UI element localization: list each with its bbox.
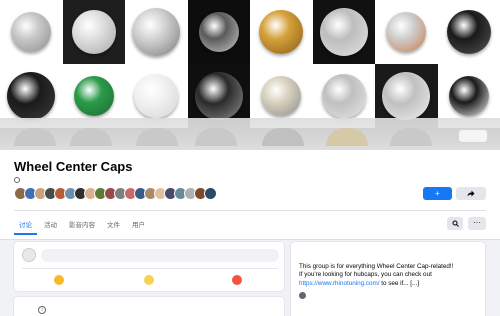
- about-see-more[interactable]: to see if... [...]: [380, 280, 419, 287]
- wheel-cap-image: [194, 72, 243, 120]
- tab-3[interactable]: 文件: [102, 213, 125, 235]
- search-icon: [452, 220, 459, 227]
- wheel-cap-image: [73, 76, 114, 116]
- group-title[interactable]: Wheel Center Caps: [14, 159, 132, 174]
- cover-photo[interactable]: [0, 0, 500, 150]
- about-card: This group is for everything Wheel Cente…: [290, 241, 486, 316]
- about-line-1: This group is for everything Wheel Cente…: [299, 263, 454, 270]
- wheel-cap-image: [321, 74, 366, 118]
- wheel-cap-image: [259, 10, 304, 54]
- wheel-cap-image: [11, 12, 52, 52]
- wheel-cap-image: [386, 12, 427, 52]
- edit-cover-button[interactable]: [458, 129, 488, 143]
- user-avatar[interactable]: [22, 248, 36, 262]
- tab-2[interactable]: 影音内容: [64, 213, 100, 235]
- wheel-cap-image: [319, 8, 368, 56]
- cover-tile: [375, 0, 438, 64]
- group-header: Wheel Center Caps + 讨论 活动 影音内容 文件 用户 ···: [0, 150, 500, 240]
- wheel-cap-image: [71, 10, 116, 54]
- member-avatars[interactable]: [14, 187, 217, 200]
- more-options-button[interactable]: ···: [468, 217, 486, 230]
- share-icon: [467, 190, 475, 197]
- location-icon[interactable]: [232, 275, 242, 285]
- about-description: This group is for everything Wheel Cente…: [299, 263, 481, 288]
- about-link[interactable]: https://www.rhinotuning.com/: [299, 280, 380, 287]
- search-button[interactable]: [447, 217, 463, 230]
- live-video-icon[interactable]: [54, 275, 64, 285]
- wheel-cap-image: [261, 76, 302, 116]
- tab-0[interactable]: 讨论: [14, 213, 37, 235]
- cover-tile: [125, 0, 188, 64]
- wheel-cap-image: [198, 12, 239, 52]
- wheel-cap-image: [134, 74, 179, 118]
- composer-divider: [22, 268, 278, 269]
- info-card: i: [13, 296, 285, 316]
- cover-tile: [250, 0, 313, 64]
- wheel-cap-image: [446, 10, 491, 54]
- join-group-button[interactable]: +: [423, 187, 452, 200]
- wheel-cap-image: [448, 76, 489, 116]
- cover-tile: [187, 0, 250, 64]
- group-tabs: 讨论 活动 影音内容 文件 用户: [14, 213, 150, 235]
- cover-tile: [437, 0, 500, 64]
- wheel-cap-image: [382, 72, 431, 120]
- wheel-cap-image: [132, 8, 181, 56]
- header-divider: [14, 210, 486, 211]
- member-avatar[interactable]: [204, 187, 217, 200]
- post-composer: [13, 241, 285, 292]
- cover-tile: [62, 0, 125, 64]
- cover-collage: [0, 0, 500, 128]
- share-button[interactable]: [456, 187, 486, 200]
- write-post-input[interactable]: [41, 249, 279, 262]
- globe-icon: [14, 177, 20, 183]
- info-icon: i: [38, 306, 46, 314]
- about-line-2: If you're looking for hubcaps, you can c…: [299, 271, 432, 279]
- cover-tile: [0, 0, 63, 64]
- wheel-cap-image: [7, 72, 56, 120]
- cover-tile: [312, 0, 375, 64]
- globe-icon: [299, 292, 306, 299]
- tab-1[interactable]: 活动: [39, 213, 62, 235]
- tab-4[interactable]: 用户: [127, 213, 150, 235]
- feeling-icon[interactable]: [144, 275, 154, 285]
